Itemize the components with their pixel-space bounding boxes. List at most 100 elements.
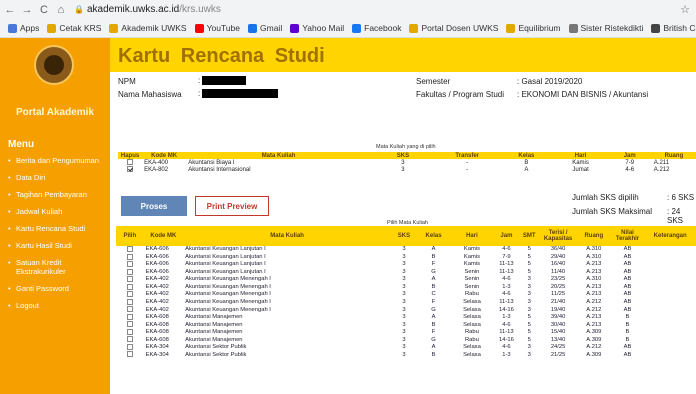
bookmark-icon — [352, 23, 362, 33]
pilih-checkbox[interactable] — [126, 276, 133, 283]
bookmark-item[interactable]: Apps — [8, 23, 39, 33]
pilih-checkbox[interactable] — [126, 328, 133, 335]
col-kapasitas: Terisi / Kapasitas — [539, 226, 577, 246]
cell-nilai: B — [625, 321, 630, 328]
cell-hari: Senin — [464, 268, 480, 275]
sidebar-item-tagihan[interactable]: Tagihan Pembayaran — [8, 190, 108, 199]
pilih-checkbox[interactable] — [126, 321, 133, 328]
hapus-checkbox[interactable] — [127, 166, 134, 173]
address-bar[interactable]: 🔒 akademik.uwks.ac.id/krs.uwks — [74, 2, 680, 17]
cell-kode: EKA-608 — [145, 329, 169, 336]
pilih-checkbox[interactable] — [126, 306, 133, 313]
address-row: ← → C ⌂ 🔒 akademik.uwks.ac.id/krs.uwks ☆ — [0, 0, 696, 19]
back-icon[interactable]: ← — [3, 4, 17, 16]
pilih-checkbox[interactable] — [126, 246, 133, 252]
sidebar-item-khs[interactable]: Kartu Hasil Studi — [8, 241, 108, 250]
print-preview-button[interactable]: Print Preview — [195, 196, 269, 216]
cell-ruang: A.309 — [586, 351, 602, 358]
bookmark-item[interactable]: YouTube — [194, 23, 240, 33]
cell-nilai: AB — [623, 253, 632, 260]
col-hari: Hari — [553, 152, 608, 159]
cell-nilai: AB — [623, 351, 632, 358]
cell-ruang: A.213 — [586, 283, 602, 290]
cell-mk: Akuntansi Keuangan Menengah I — [185, 298, 271, 305]
sidebar-item-berita[interactable]: Berita dan Pengumuman — [8, 156, 108, 165]
bookmark-item[interactable]: Sister Ristekdikti — [568, 23, 643, 33]
table-row: EKA-606 Akuntansi Keuangan Lanjutan I 3 G Se… — [116, 268, 696, 277]
table-row: EKA-402 Akuntansi Keuangan Menengah I 3 C Ra… — [116, 291, 696, 299]
bookmark-star-icon[interactable]: ☆ — [680, 3, 690, 16]
cell-sks: 3 — [402, 336, 406, 343]
bookmark-item[interactable]: Akademik UWKS — [109, 23, 187, 33]
bookmark-item[interactable]: Facebook — [352, 23, 401, 33]
col-sks: SKS — [391, 226, 417, 246]
sidebar-item-skek[interactable]: Satuan Kredit Ekstrakurikuler — [8, 258, 108, 276]
hapus-checkbox[interactable] — [127, 159, 134, 166]
pilih-checkbox[interactable] — [126, 253, 133, 260]
pilih-checkbox[interactable] — [126, 261, 133, 268]
cell-mk: Akuntansi Keuangan Menengah I — [185, 283, 271, 290]
cell-kelas: B — [431, 351, 436, 358]
cell-nilai: AB — [623, 261, 632, 268]
cell-kelas: A — [431, 276, 436, 283]
pilih-checkbox[interactable] — [126, 336, 133, 343]
cell-kelas: B — [431, 283, 436, 290]
table-row: EKA-608 Akuntansi Manajemen 3 B Selasa 4-6 5 30… — [116, 321, 696, 329]
home-icon[interactable]: ⌂ — [54, 4, 68, 16]
sidebar-item-logout[interactable]: Logout — [8, 301, 108, 310]
browser-chrome: ← → C ⌂ 🔒 akademik.uwks.ac.id/krs.uwks ☆… — [0, 0, 696, 38]
cell-sks: 3 — [402, 321, 406, 328]
pilih-cell — [116, 253, 144, 262]
forward-icon[interactable]: → — [20, 4, 34, 16]
pilih-checkbox[interactable] — [126, 291, 133, 298]
cell-mk: Akuntansi Biaya I — [188, 159, 235, 166]
cell-hari: Selasa — [463, 298, 481, 305]
pilih-cell — [116, 321, 144, 329]
cell-smt: 5 — [527, 329, 531, 336]
lock-icon: 🔒 — [74, 5, 84, 14]
pilih-checkbox[interactable] — [126, 343, 133, 350]
bookmark-icon — [8, 23, 17, 33]
course-offer-table: Pilih Kode MK Mata Kuliah SKS Kelas Hari… — [116, 226, 696, 359]
sidebar-item-ganti-password[interactable]: Ganti Password — [8, 284, 108, 293]
cell-kode: EKA-608 — [145, 336, 169, 343]
cell-kap: 15/40 — [550, 329, 566, 336]
col-mata-kuliah: Mata Kuliah — [186, 152, 371, 159]
pilih-checkbox[interactable] — [126, 313, 133, 320]
cell-mk: Akuntansi Keuangan Lanjutan I — [185, 246, 266, 253]
bookmark-item[interactable]: Portal Dosen UWKS — [409, 23, 498, 33]
sidebar-item-krs[interactable]: Kartu Rencana Studi — [8, 224, 108, 233]
pilih-cell — [116, 328, 144, 337]
table-row: EKA-608 Akuntansi Manajemen 3 G Rabu 14-16 5 13… — [116, 336, 696, 344]
cell-nilai: B — [625, 329, 630, 336]
sidebar-item-data-diri[interactable]: Data Diri — [8, 173, 108, 182]
cell-smt: 3 — [527, 351, 531, 358]
bookmark-item[interactable]: British Council - IELTS — [651, 23, 696, 33]
pilih-checkbox[interactable] — [126, 351, 133, 358]
pilih-cell — [116, 276, 144, 284]
cell-kode: EKA-606 — [145, 253, 169, 260]
cell-nilai: AB — [623, 276, 632, 283]
col-sks: SKS — [370, 152, 436, 159]
bookmark-item[interactable]: Gmail — [248, 23, 282, 33]
proses-button[interactable]: Proses — [121, 196, 187, 216]
pilih-checkbox[interactable] — [126, 268, 133, 275]
page-title: Kartu Rencana Studi — [118, 45, 325, 67]
cell-kap: 16/40 — [550, 261, 566, 268]
cell-ruang: A.212 — [586, 306, 602, 313]
bookmark-item[interactable]: Yahoo Mail — [290, 23, 344, 33]
bookmark-icon — [568, 23, 578, 33]
bookmark-label: Akademik UWKS — [121, 23, 187, 33]
bookmark-item[interactable]: Equilibrium — [506, 23, 561, 33]
sidebar-item-jadwal[interactable]: Jadwal Kuliah — [8, 207, 108, 216]
pilih-checkbox[interactable] — [126, 283, 133, 290]
cell-ruang: A.213 — [586, 314, 602, 321]
cell-kap: 30/40 — [550, 321, 566, 328]
cell-kode: EKA-400 — [144, 159, 169, 166]
reload-icon[interactable]: C — [37, 4, 51, 16]
cell-smt: 3 — [527, 283, 531, 290]
cell-hari: Senin — [464, 276, 480, 283]
bookmark-item[interactable]: Cetak KRS — [47, 23, 101, 33]
cell-kode: EKA-606 — [145, 246, 169, 253]
pilih-checkbox[interactable] — [126, 298, 133, 305]
